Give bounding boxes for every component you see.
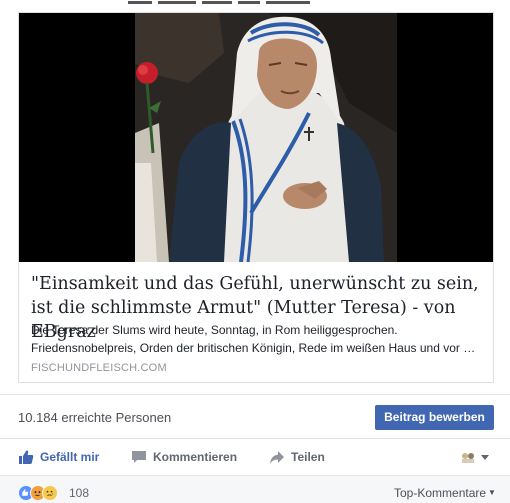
comment-button[interactable]: Kommentieren [131,449,237,465]
link-domain: FISCHUNDFLEISCH.COM [31,362,167,374]
share-arrow-icon [270,451,284,464]
boost-post-button[interactable]: Beitrag bewerben [375,405,494,430]
share-button[interactable]: Teilen [269,449,325,465]
comment-sort-dropdown[interactable]: Top-Kommentare ▼ [394,486,496,500]
sad-reaction-icon [42,485,58,501]
audience-selector[interactable] [459,449,493,465]
like-label: Gefällt mir [40,450,100,464]
reactions-row: 108 Top-Kommentare ▼ [0,475,510,503]
thumbs-up-icon [19,450,34,464]
link-preview-card[interactable]: "Einsamkeit und das Gefühl, unerwünscht … [18,12,494,383]
previous-post-cutoff [0,0,510,12]
chevron-down-icon: ▼ [488,488,496,497]
share-label: Teilen [291,450,325,464]
reaction-count[interactable]: 108 [69,486,89,500]
reaction-icons[interactable] [18,485,58,501]
comment-sort-label: Top-Kommentare [394,486,487,500]
link-preview-image[interactable] [19,13,493,262]
link-description-line-2: Friedensnobelpreis, Orden der britischen… [31,341,476,355]
page-avatar-dropdown-icon [462,453,489,463]
reach-count[interactable]: 10.184 erreichte Personen [18,410,171,425]
like-button[interactable]: Gefällt mir [18,449,99,465]
comment-label: Kommentieren [153,450,238,464]
mother-teresa-photo [19,13,493,262]
link-description: Die Teresa der Slums wird heute, Sonntag… [31,321,486,357]
link-description-line-1: Die Teresa der Slums wird heute, Sonntag… [31,323,398,337]
comment-icon [132,451,146,463]
cutoff-text-fragment [128,1,310,4]
